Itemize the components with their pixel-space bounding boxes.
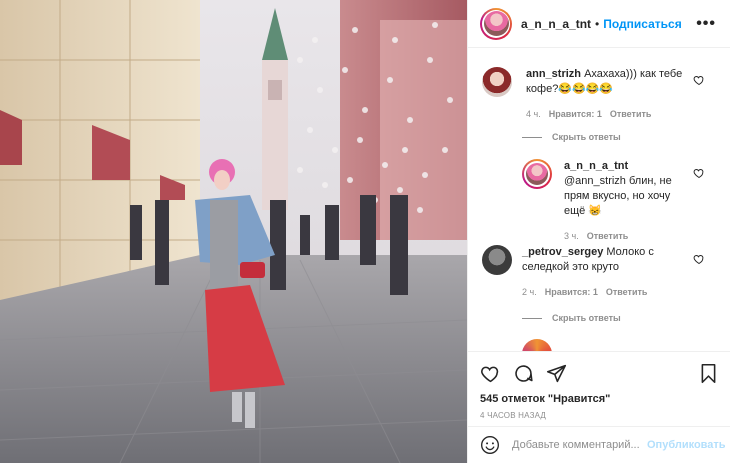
hide-replies-button[interactable]: Скрыть ответы [522,313,621,323]
like-comment-heart-icon[interactable] [693,167,705,179]
share-icon[interactable] [546,363,567,384]
commenter-avatar[interactable] [482,245,512,275]
author-username[interactable]: a_n_n_a_tnt [521,17,591,31]
commenter-avatar[interactable] [522,159,552,189]
comment-item: _petrov_sergey Молоко с селедкой это кру… [482,245,672,300]
reply-button[interactable]: Ответить [610,107,652,122]
add-comment-bar: Опубликовать [468,426,730,463]
commenter-avatar[interactable] [482,67,512,97]
comment-username[interactable]: a_n_n_a_tnt [564,160,628,172]
more-horizontal-icon[interactable]: ••• [696,15,716,32]
comment-time[interactable]: 4 ч. [526,107,541,122]
post-actions: 545 отметок "Нравится" 4 ЧАСОВ НАЗАД [468,351,730,421]
comments-list[interactable]: ann_strizh Ахахаха))) как тебе кофе?😂😂😂😂… [468,55,730,351]
bookmark-icon[interactable] [698,363,719,384]
comment-username[interactable]: ann_strizh [526,68,581,80]
comment-likes[interactable]: Нравится: 1 [549,107,602,122]
follow-button[interactable]: Подписаться [603,17,681,31]
comment-likes[interactable]: Нравится: 1 [545,285,598,300]
comment-text: @ann_strizh блин, не прям вкусно, но хоч… [564,175,672,217]
post-header: a_n_n_a_tnt • Подписаться ••• [468,0,730,48]
commenter-avatar[interactable] [522,339,552,351]
like-comment-heart-icon[interactable] [693,253,705,265]
street-scene-image [0,0,467,463]
post-sidebar: a_n_n_a_tnt • Подписаться ••• ann_strizh… [467,0,730,463]
comment-input[interactable] [512,439,647,451]
post-timestamp[interactable]: 4 ЧАСОВ НАЗАД [480,411,719,420]
comment-meta: 4 ч. Нравится: 1 Ответить [526,107,696,122]
reply-button[interactable]: Ответить [606,285,648,300]
comment-time[interactable]: 2 ч. [522,285,537,300]
comment-reply-item: a_n_n_a_tnt @ann_strizh блин, не прям вк… [522,159,684,244]
author-avatar[interactable] [480,7,512,40]
instagram-post: a_n_n_a_tnt • Подписаться ••• ann_strizh… [0,0,730,463]
smiley-icon[interactable] [480,435,500,455]
comment-meta: 2 ч. Нравится: 1 Ответить [522,285,672,300]
like-comment-heart-icon[interactable] [693,74,705,86]
post-photo[interactable] [0,0,467,463]
publish-button[interactable]: Опубликовать [647,439,726,451]
comment-meta: 3 ч. Ответить [564,229,684,244]
comment-item: ann_strizh Ахахаха))) как тебе кофе?😂😂😂😂… [482,67,696,122]
reply-button[interactable]: Ответить [587,229,629,244]
likes-count[interactable]: 545 отметок "Нравится" [480,393,719,405]
heart-icon[interactable] [480,363,501,384]
comment-username[interactable]: _petrov_sergey [522,246,603,258]
separator-dot: • [595,16,600,31]
hide-replies-button[interactable]: Скрыть ответы [522,132,621,142]
comment-time[interactable]: 3 ч. [564,229,579,244]
comment-icon[interactable] [513,363,534,384]
